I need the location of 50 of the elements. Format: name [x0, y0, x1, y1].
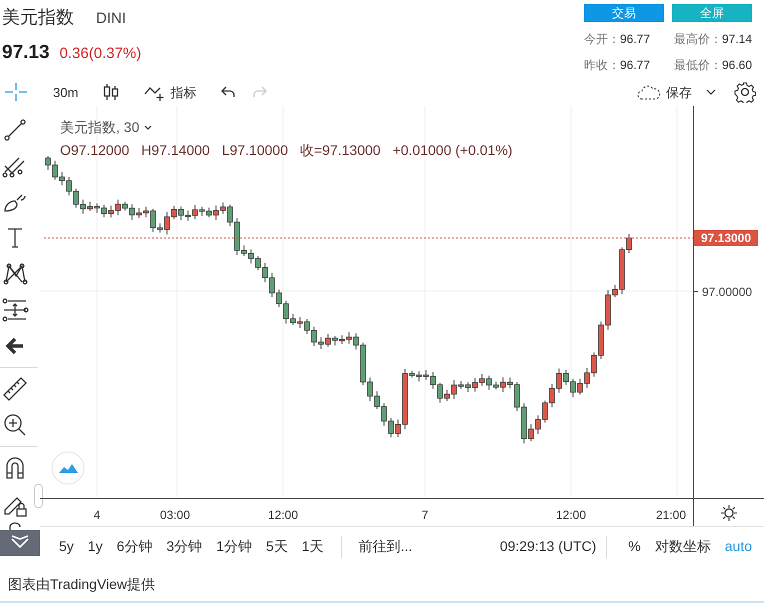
time-tick: 12:00: [556, 507, 586, 524]
range-button[interactable]: 1天: [294, 536, 331, 557]
time-tick: 21:00: [656, 507, 686, 524]
caret-icon: [704, 87, 718, 97]
collapse-handle[interactable]: [34, 484, 43, 508]
range-button[interactable]: 5天: [258, 536, 295, 557]
attribution-text: 图表由TradingView提供: [8, 576, 156, 592]
settings-icon[interactable]: [734, 81, 756, 103]
chart-title: 美元指数: [2, 6, 74, 29]
crosshair-icon[interactable]: [3, 81, 29, 103]
cloud-icon: [636, 83, 662, 101]
range-button[interactable]: 5y: [52, 536, 81, 557]
last-price: 97.13: [2, 41, 50, 65]
interval-button[interactable]: 30m: [53, 86, 78, 98]
time-tick: 03:00: [160, 507, 190, 524]
clock-label: 09:29:13 (UTC): [500, 537, 596, 556]
caret-icon: [143, 124, 154, 132]
logo-icon[interactable]: [52, 452, 84, 484]
measure-icon[interactable]: [1, 296, 29, 324]
range-button[interactable]: 6分钟: [110, 536, 160, 557]
range-button[interactable]: 1分钟: [209, 536, 259, 557]
undo-icon[interactable]: [220, 85, 236, 99]
brightness-icon[interactable]: [720, 504, 738, 522]
stat-value: 今开：96.77: [584, 31, 652, 48]
current-price-label: 97.13000: [694, 230, 758, 246]
stat-value: 最高价：97.14: [674, 31, 754, 48]
stat-value: 最低价：96.60: [674, 57, 754, 74]
ohlc-value: L97.10000: [222, 141, 288, 160]
time-tick: 4: [94, 507, 100, 524]
range-button[interactable]: 3分钟: [159, 536, 210, 557]
save-button[interactable]: 保存: [636, 83, 718, 101]
ohlc-value: O97.12000: [60, 141, 130, 160]
range-button[interactable]: 1y: [80, 536, 110, 557]
price-tick: 97.00000: [702, 284, 752, 301]
ohlc-value: +0.01000 (+0.01%): [392, 141, 512, 160]
time-tick: 7: [422, 507, 428, 524]
collapse-panel-icon[interactable]: [0, 530, 40, 556]
goto-button[interactable]: 前往到...: [352, 536, 420, 557]
price-change: 0.36(0.37%): [60, 44, 142, 64]
percent-button[interactable]: %: [621, 536, 648, 557]
legend-title[interactable]: 美元指数, 30: [60, 116, 154, 139]
stat-value: 昨收：96.77: [584, 57, 652, 74]
candles-icon[interactable]: [102, 82, 120, 102]
symbol-label: DINI: [96, 9, 126, 29]
ruler-icon[interactable]: [1, 375, 29, 403]
indicators-button[interactable]: 指标: [144, 82, 196, 102]
ohlc-value: 收=97.13000: [300, 141, 381, 160]
log-scale-button[interactable]: 对数坐标: [648, 536, 718, 557]
time-tick: 12:00: [268, 507, 298, 524]
ohlc-value: H97.14000: [141, 141, 210, 160]
